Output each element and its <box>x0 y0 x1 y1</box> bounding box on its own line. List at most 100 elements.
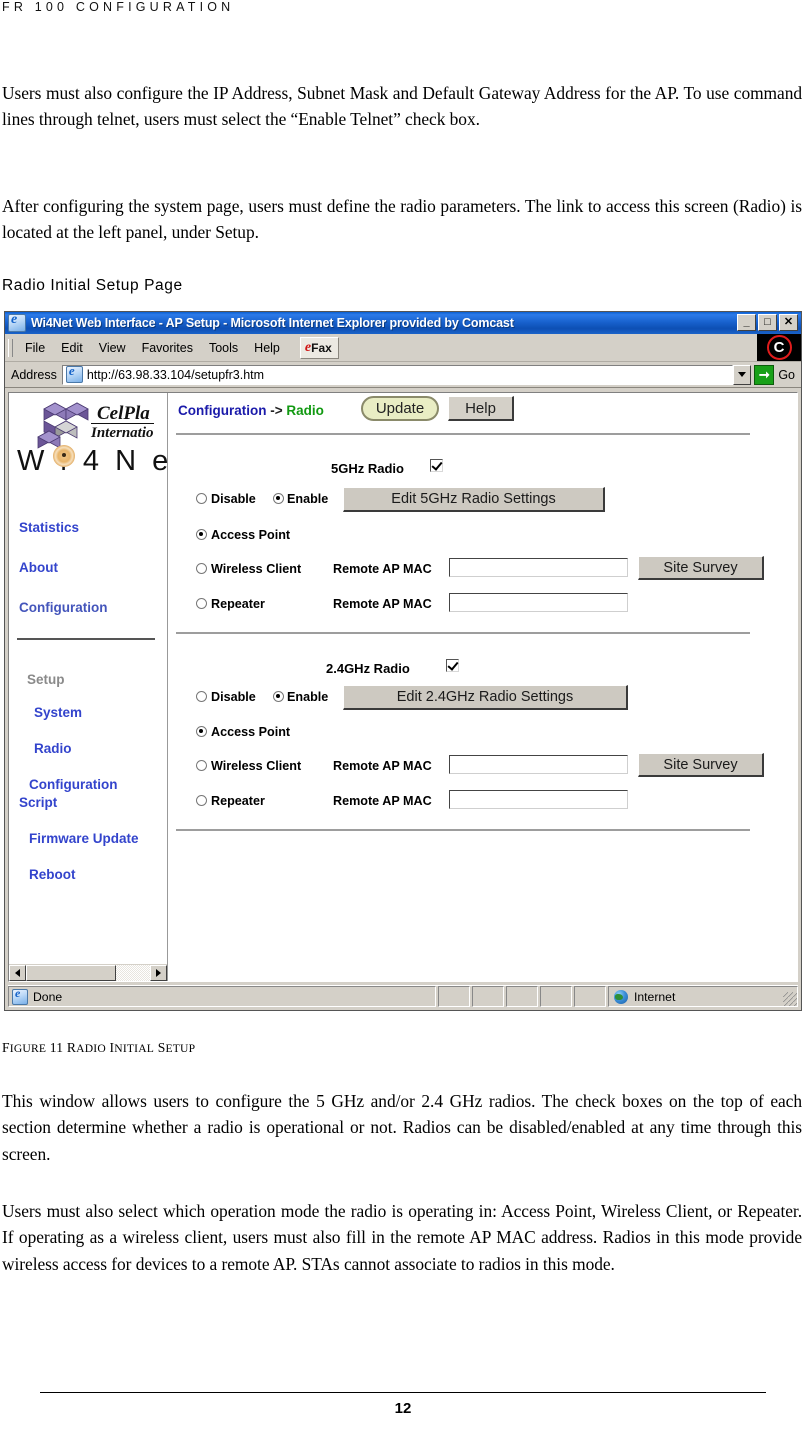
menu-view[interactable]: View <box>91 339 134 357</box>
sidebar-item-radio[interactable]: Radio <box>34 742 72 756</box>
settings-frame: Configuration -> Radio Update Help 5GHz … <box>168 393 797 981</box>
sidebar-item-configuration[interactable]: Configuration <box>19 601 107 615</box>
page-icon <box>65 363 83 383</box>
sidebar-item-about[interactable]: About <box>19 561 58 575</box>
close-button[interactable]: ✕ <box>779 314 798 331</box>
header-divider <box>176 433 750 435</box>
resize-grip-icon[interactable] <box>783 992 797 1006</box>
breadcrumb: Configuration -> Radio <box>178 403 324 418</box>
edit-24ghz-radio-settings-button[interactable]: Edit 2.4GHz Radio Settings <box>343 685 628 710</box>
checkbox-24ghz-radio-enable[interactable] <box>446 659 459 672</box>
input-5ghz-client-remote-ap-mac[interactable] <box>449 558 628 577</box>
footer-divider <box>40 1392 766 1393</box>
celplan-cubes-logo-icon <box>37 402 89 449</box>
label-5ghz-disable: Disable <box>211 492 256 506</box>
section-subheading: Radio Initial Setup Page <box>2 277 183 294</box>
comcast-logo-icon: C <box>766 335 792 360</box>
sidebar-item-system[interactable]: System <box>34 706 82 720</box>
address-input[interactable]: http://63.98.33.104/setupfr3.htm <box>61 363 734 385</box>
radio-24ghz-repeater[interactable] <box>196 795 207 806</box>
label-5ghz-enable: Enable <box>287 492 329 506</box>
menu-tools[interactable]: Tools <box>201 339 246 357</box>
address-url-text: http://63.98.33.104/setupfr3.htm <box>86 367 265 382</box>
figure-caption: FIGURE 11 RADIO INITIAL SETUP <box>2 1040 196 1055</box>
sidebar-item-configuration-script-line2[interactable]: Script <box>19 796 57 810</box>
menu-edit[interactable]: Edit <box>53 339 91 357</box>
label-24ghz-access-point: Access Point <box>211 725 291 739</box>
sidebar-content: CelPla Internatio W i 4 N e Statistics A… <box>9 393 167 963</box>
status-zone-label: Internet <box>634 989 676 1004</box>
status-cell-1 <box>438 986 470 1007</box>
radio-24ghz-enable[interactable] <box>273 691 284 702</box>
maximize-button[interactable]: □ <box>758 314 777 331</box>
label-24ghz-disable: Disable <box>211 690 256 704</box>
label-24ghz-enable: Enable <box>287 690 329 704</box>
running-head: FR 100 CONFIGURATION <box>2 0 235 14</box>
comcast-branding: C <box>757 334 801 361</box>
radio-24ghz-wireless-client[interactable] <box>196 760 207 771</box>
minimize-icon: _ <box>743 316 750 328</box>
browser-statusbar: Done Internet <box>8 985 798 1007</box>
radio-5ghz-disable[interactable] <box>196 493 207 504</box>
browser-window: Wi4Net Web Interface - AP Setup - Micros… <box>4 311 802 1011</box>
update-button[interactable]: Update <box>361 396 439 421</box>
label-5ghz-repeater-remote-ap-mac: Remote AP MAC <box>333 597 432 611</box>
scroll-right-button[interactable] <box>150 964 167 981</box>
radio-5ghz-enable[interactable] <box>273 493 284 504</box>
sidebar-item-reboot[interactable]: Reboot <box>29 868 76 882</box>
browser-menubar: File Edit View Favorites Tools Help e Fa… <box>5 334 801 362</box>
minimize-button[interactable]: _ <box>737 314 756 331</box>
browser-viewport: CelPla Internatio W i 4 N e Statistics A… <box>8 392 798 982</box>
menu-favorites[interactable]: Favorites <box>134 339 201 357</box>
section-divider-5ghz <box>176 632 750 634</box>
paragraph-4: Users must also select which operation m… <box>2 1201 802 1274</box>
label-24ghz-wireless-client: Wireless Client <box>211 759 302 773</box>
radio-5ghz-repeater[interactable] <box>196 598 207 609</box>
site-survey-5ghz-button[interactable]: Site Survey <box>638 556 764 580</box>
radio-24ghz-access-point[interactable] <box>196 726 207 737</box>
label-5ghz-client-remote-ap-mac: Remote AP MAC <box>333 562 432 576</box>
input-24ghz-repeater-remote-ap-mac[interactable] <box>449 790 628 809</box>
menu-file[interactable]: File <box>17 339 53 357</box>
address-dropdown-button[interactable] <box>733 364 752 385</box>
site-survey-24ghz-button[interactable]: Site Survey <box>638 753 764 777</box>
page-number: 12 <box>394 1400 412 1417</box>
edit-5ghz-radio-settings-button[interactable]: Edit 5GHz Radio Settings <box>343 487 605 512</box>
radio-5ghz-wireless-client[interactable] <box>196 563 207 574</box>
toolbar-grip[interactable] <box>8 338 13 357</box>
internet-explorer-icon <box>8 312 26 332</box>
brand-subtitle: Internatio <box>91 423 154 441</box>
scroll-left-button[interactable] <box>9 964 26 981</box>
status-cell-3 <box>506 986 538 1007</box>
radio-5ghz-access-point[interactable] <box>196 529 207 540</box>
checkbox-5ghz-radio-enable[interactable] <box>430 459 443 472</box>
sidebar-item-configuration-script[interactable]: Configuration <box>29 778 117 792</box>
scrollbar-track[interactable] <box>26 964 150 981</box>
paragraph-2: After configuring the system page, users… <box>2 196 802 243</box>
breadcrumb-configuration[interactable]: Configuration <box>178 403 266 418</box>
efax-button[interactable]: e Fax <box>299 336 339 359</box>
sidebar-horizontal-scrollbar[interactable] <box>9 963 167 981</box>
scrollbar-thumb[interactable] <box>26 964 116 981</box>
window-title: Wi4Net Web Interface - AP Setup - Micros… <box>31 316 514 330</box>
input-5ghz-repeater-remote-ap-mac[interactable] <box>449 593 628 612</box>
sidebar-item-firmware-update[interactable]: Firmware Update <box>29 832 139 846</box>
document-page: FR 100 CONFIGURATION Users must also con… <box>0 0 806 1440</box>
efax-label: Fax <box>311 340 332 355</box>
brand-name: CelPla <box>97 403 150 424</box>
paragraph-3: This window allows users to configure th… <box>2 1091 802 1164</box>
browser-addressbar: Address http://63.98.33.104/setupfr3.htm… <box>5 362 801 388</box>
address-label: Address <box>11 367 57 382</box>
label-5ghz-access-point: Access Point <box>211 528 291 542</box>
input-24ghz-client-remote-ap-mac[interactable] <box>449 755 628 774</box>
help-button[interactable]: Help <box>448 396 514 421</box>
close-icon: ✕ <box>783 316 794 328</box>
breadcrumb-arrow: -> <box>266 403 287 418</box>
go-arrow-icon: ➞ <box>754 364 775 385</box>
go-button[interactable]: ➞ Go <box>754 364 795 385</box>
menu-help[interactable]: Help <box>246 339 288 357</box>
sidebar-item-statistics[interactable]: Statistics <box>19 521 79 535</box>
label-5ghz-repeater: Repeater <box>211 597 265 611</box>
section-title-5ghz: 5GHz Radio <box>331 461 404 476</box>
radio-24ghz-disable[interactable] <box>196 691 207 702</box>
